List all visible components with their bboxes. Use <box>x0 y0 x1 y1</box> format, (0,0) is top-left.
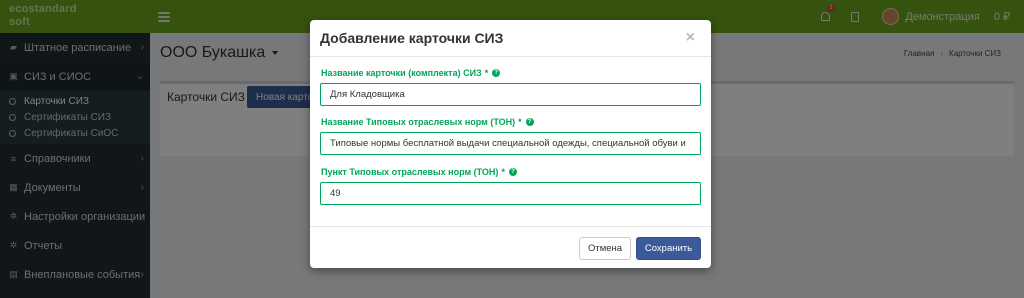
field-label-text: Пункт Типовых отраслевых норм (ТОН) <box>321 167 499 177</box>
dialog-body: Название карточки (комплекта) СИЗ * ? Дл… <box>310 57 711 226</box>
dialog-footer: Отмена Сохранить <box>310 226 711 268</box>
field-label-text: Название карточки (комплекта) СИЗ <box>321 68 482 78</box>
card-name-label: Название карточки (комплекта) СИЗ * ? <box>321 68 501 78</box>
help-icon[interactable]: ? <box>508 168 517 176</box>
help-icon[interactable]: ? <box>492 69 501 77</box>
close-icon[interactable]: × <box>686 29 695 47</box>
add-ppe-card-dialog: Добавление карточки СИЗ × Название карто… <box>310 20 711 268</box>
ton-item-label: Пункт Типовых отраслевых норм (ТОН) * ? <box>321 167 517 177</box>
save-button[interactable]: Сохранить <box>636 237 701 260</box>
dialog-title: Добавление карточки СИЗ <box>320 30 504 46</box>
required-mark: * <box>518 117 522 127</box>
dialog-header: Добавление карточки СИЗ × <box>310 20 711 57</box>
required-mark: * <box>501 167 505 177</box>
field-label-text: Название Типовых отраслевых норм (ТОН) <box>321 117 516 127</box>
card-name-input[interactable]: Для Кладовщика <box>320 83 701 106</box>
required-mark: * <box>484 68 489 78</box>
ton-name-input[interactable]: Типовые нормы бесплатной выдачи специаль… <box>320 132 701 155</box>
help-icon[interactable]: ? <box>525 118 534 126</box>
ton-name-label: Название Типовых отраслевых норм (ТОН) *… <box>321 117 534 127</box>
ton-item-input[interactable]: 49 <box>320 182 701 205</box>
cancel-button[interactable]: Отмена <box>579 237 631 260</box>
